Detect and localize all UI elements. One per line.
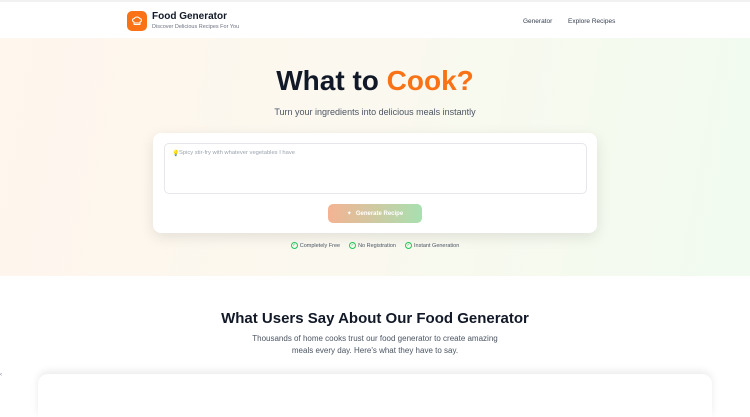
feature-label: Instant Generation xyxy=(414,242,460,249)
top-header: Food Generator Discover Delicious Recipe… xyxy=(0,0,750,38)
feature-item-no-registration: ✓ No Registration xyxy=(349,242,396,249)
brand-subtitle: Discover Delicious Recipes For You xyxy=(152,24,240,30)
chef-hat-icon xyxy=(132,16,142,25)
feature-item-free: ✓ Completely Free xyxy=(290,242,341,249)
check-circle-icon: ✓ xyxy=(405,242,412,249)
hero-title-accent: Cook? xyxy=(386,65,474,96)
scroll-edge-marker: ‹ xyxy=(0,372,2,378)
testimonials-title: What Users Say About Our Food Generator xyxy=(221,310,529,327)
hero-section: What to Cook? Turn your ingredients into… xyxy=(0,38,750,276)
nav-link-generator[interactable]: Generator xyxy=(523,18,552,25)
brand-title[interactable]: Food Generator xyxy=(152,11,227,22)
check-circle-icon: ✓ xyxy=(349,242,357,249)
testimonial-card xyxy=(38,374,712,417)
testimonials-subtitle: Thousands of home cooks trust our food g… xyxy=(252,334,498,355)
feature-label: Completely Free xyxy=(299,242,341,249)
recipe-prompt-placeholder: Spicy stir-fry with whatever vegetables … xyxy=(179,150,295,156)
nav-link-explore-recipes[interactable]: Explore Recipes xyxy=(568,18,615,25)
hero-title-text: What to xyxy=(276,65,387,96)
hero-subtitle: Turn your ingredients into delicious mea… xyxy=(274,107,476,117)
logo[interactable] xyxy=(127,11,147,31)
hero-title: What to Cook? xyxy=(0,65,750,97)
recipe-input-card: 💡 Spicy stir-fry with whatever vegetable… xyxy=(153,133,597,233)
feature-list: ✓ Completely Free ✓ No Registration ✓ In… xyxy=(0,242,750,249)
sparkle-icon: ✦ xyxy=(346,211,352,217)
feature-item-instant: ✓ Instant Generation xyxy=(405,242,459,249)
generate-recipe-label: Generate Recipe xyxy=(355,210,404,217)
generate-recipe-button[interactable]: ✦ Generate Recipe xyxy=(328,204,422,223)
check-circle-icon: ✓ xyxy=(290,242,298,249)
recipe-prompt-input[interactable]: 💡 Spicy stir-fry with whatever vegetable… xyxy=(164,143,587,194)
feature-label: No Registration xyxy=(358,242,396,249)
